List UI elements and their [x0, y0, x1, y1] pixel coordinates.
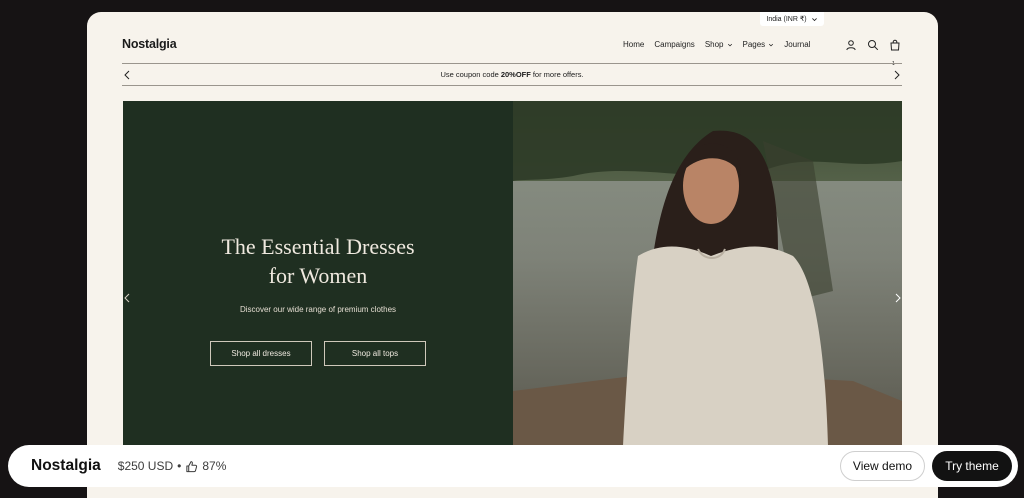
theme-name: Nostalgia [31, 457, 101, 474]
cart-button[interactable]: 1 [889, 38, 901, 67]
hero-image [513, 101, 902, 446]
account-button[interactable] [845, 38, 857, 51]
header-icons: 1 [845, 38, 901, 67]
search-icon [868, 40, 879, 51]
announcement-prev-button[interactable] [122, 69, 132, 81]
theme-preview-frame: India (INR ₹) Nostalgia Home Campaigns S… [87, 12, 938, 498]
thumbs-up-icon [186, 460, 198, 472]
currency-selector[interactable]: India (INR ₹) [760, 12, 824, 26]
coupon-code: 20%OFF [500, 70, 531, 79]
chevron-right-icon [894, 70, 900, 80]
hero-slideshow: The Essential Dresses for Women Discover… [123, 101, 902, 446]
announcement-suffix: for more offers. [532, 70, 584, 79]
nav-item-pages[interactable]: Pages [743, 40, 775, 49]
theme-rating: 87% [202, 459, 227, 473]
hero-title: The Essential Dresses for Women [221, 234, 415, 288]
nav-item-journal[interactable]: Journal [784, 40, 810, 49]
separator: • [177, 459, 182, 473]
nav-item-shop[interactable]: Shop [705, 40, 733, 49]
hero-prev-button[interactable] [123, 291, 131, 303]
announcement-next-button[interactable] [892, 69, 902, 81]
main-nav: Home Campaigns Shop Pages Journal [623, 40, 810, 49]
currency-label: India (INR ₹) [766, 16, 807, 23]
try-theme-button[interactable]: Try theme [932, 451, 1012, 481]
nav-item-home[interactable]: Home [623, 40, 644, 49]
chevron-left-icon [124, 293, 130, 303]
store-logo[interactable]: Nostalgia [122, 37, 177, 51]
chevron-left-icon [124, 70, 130, 80]
view-demo-button[interactable]: View demo [840, 451, 925, 481]
theme-price-rating: $250 USD • 87% [118, 459, 227, 473]
chevron-down-icon [727, 43, 732, 46]
hero-next-button[interactable] [894, 291, 902, 303]
hero-subtitle: Discover our wide range of premium cloth… [239, 305, 397, 314]
chevron-down-icon [811, 17, 817, 21]
announcement-prefix: Use coupon code [440, 70, 499, 79]
shop-all-tops-button[interactable]: Shop all tops [324, 341, 426, 366]
hero-text-panel: The Essential Dresses for Women Discover… [123, 101, 513, 446]
theme-price: $250 USD [117, 459, 174, 473]
nav-item-campaigns[interactable]: Campaigns [654, 40, 694, 49]
chevron-down-icon [769, 43, 774, 46]
shop-all-dresses-button[interactable]: Shop all dresses [210, 341, 312, 366]
announcement-bar: Use coupon code 20%OFF for more offers. [122, 63, 902, 86]
search-button[interactable] [867, 38, 879, 51]
bag-icon [890, 39, 900, 51]
theme-info-bar: Nostalgia $250 USD • 87% View demo Try t… [8, 445, 1018, 487]
hero-photo-woman-by-lake [513, 101, 902, 446]
hero-buttons: Shop all dresses Shop all tops [210, 341, 426, 366]
chevron-right-icon [895, 293, 901, 303]
user-icon [846, 40, 856, 51]
